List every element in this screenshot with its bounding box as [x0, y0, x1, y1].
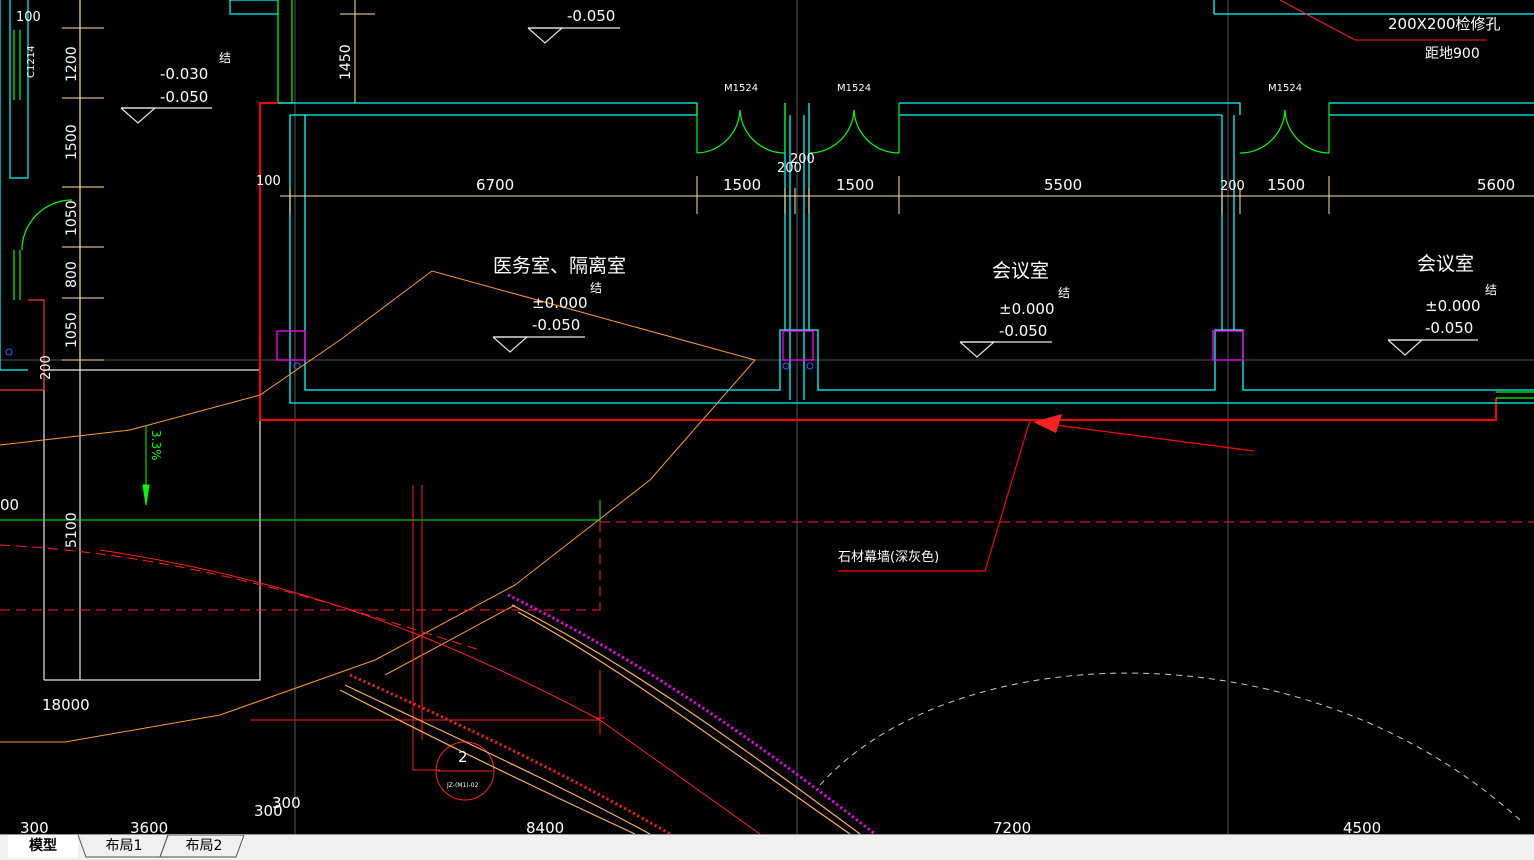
- dim-bottom-300-a: 300: [20, 819, 49, 834]
- door-tag-3: M1524: [1268, 83, 1302, 94]
- dim-left-1050-b: 1050: [64, 312, 80, 348]
- dim-left-18000: 18000: [42, 696, 90, 714]
- door-tag-1: M1524: [724, 83, 758, 94]
- layout-tab-bar: 模型 布局1 布局2: [0, 834, 1534, 860]
- room-level1-3: ±0.000: [1425, 297, 1481, 315]
- dim-small-200-c: 200: [1220, 179, 1245, 194]
- dim-top-5500: 5500: [1044, 176, 1082, 194]
- room-level2-3: -0.050: [1425, 319, 1473, 337]
- curtain-wall-label: 石材幕墙(深灰色): [838, 549, 939, 565]
- dim-left-200: 200: [39, 355, 54, 380]
- level-top-left-tag: 结: [219, 51, 231, 65]
- room-tag-3: 结: [1485, 283, 1497, 297]
- tab-layout-2[interactable]: 布局2: [168, 835, 240, 858]
- dim-left-1050-a: 1050: [64, 200, 80, 236]
- room-level1-1: ±0.000: [532, 294, 588, 312]
- detail-number: 2: [458, 748, 468, 766]
- dim-bottom-7200: 7200: [993, 819, 1031, 834]
- dim-top-6700: 6700: [476, 176, 514, 194]
- window-tag: C1214: [26, 46, 37, 78]
- room-name-3: 会议室: [1417, 253, 1474, 275]
- room-level2-1: -0.050: [532, 316, 580, 334]
- dim-bottom-300-c: 300: [272, 794, 301, 812]
- dim-left-00: 00: [0, 496, 19, 514]
- dim-left-5100: 5100: [64, 512, 80, 548]
- dim-top-5600: 5600: [1477, 176, 1515, 194]
- tab-layout-1[interactable]: 布局1: [88, 835, 160, 858]
- dim-bottom-3600: 3600: [130, 819, 168, 834]
- access-hole-label: 200X200检修孔: [1388, 15, 1501, 33]
- room-level2-2: -0.050: [999, 322, 1047, 340]
- cad-model-space[interactable]: 200X200检修孔 距地900 石材幕墙(深灰色) 3.3% 2 JZ-(M1…: [0, 0, 1534, 834]
- dim-small-100-a: 100: [256, 174, 281, 189]
- level-top-center: -0.050: [567, 7, 615, 25]
- detail-ref: JZ-(M1)-02: [446, 782, 479, 789]
- level-top-left-2: -0.050: [160, 88, 208, 106]
- dim-bottom-8400: 8400: [526, 819, 564, 834]
- level-top-left-1: -0.030: [160, 65, 208, 83]
- dim-small-1450: 1450: [338, 44, 354, 80]
- dim-small-100-b: 100: [16, 10, 41, 25]
- dim-top-1500-a: 1500: [723, 176, 761, 194]
- room-tag-1: 结: [590, 281, 602, 295]
- access-hole-height-label: 距地900: [1425, 46, 1480, 62]
- dim-left-1200: 1200: [64, 46, 80, 82]
- dim-left-1500: 1500: [64, 124, 80, 160]
- dim-top-1500-c: 1500: [1267, 176, 1305, 194]
- room-tag-2: 结: [1058, 286, 1070, 300]
- dim-small-200-b: 200: [777, 161, 802, 176]
- room-name-2: 会议室: [992, 260, 1049, 282]
- dim-bottom-4500: 4500: [1343, 819, 1381, 834]
- room-level1-2: ±0.000: [999, 300, 1055, 318]
- dim-top-1500-b: 1500: [836, 176, 874, 194]
- slope-label: 3.3%: [149, 430, 163, 461]
- door-tag-2: M1524: [837, 83, 871, 94]
- room-name-1: 医务室、隔离室: [493, 255, 626, 277]
- dim-left-800: 800: [64, 261, 80, 288]
